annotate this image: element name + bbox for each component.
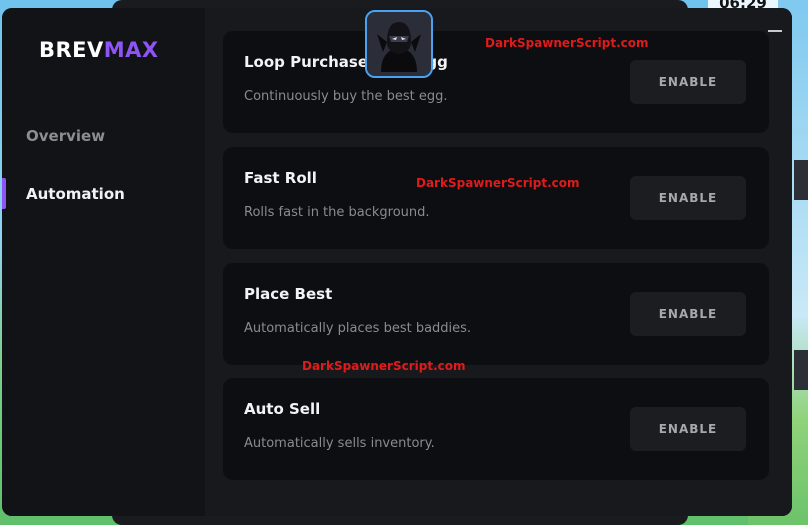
automation-panel: Loop Purchase Best Egg Continuously buy … (205, 8, 792, 516)
feature-title: Auto Sell (244, 400, 321, 418)
feature-description: Continuously buy the best egg. (244, 89, 448, 104)
ninja-avatar-icon (365, 10, 433, 78)
minimize-icon[interactable] (768, 30, 782, 32)
enable-button[interactable]: ENABLE (630, 60, 746, 104)
enable-button[interactable]: ENABLE (630, 176, 746, 220)
feature-description: Automatically sells inventory. (244, 436, 435, 451)
feature-description: Automatically places best baddies. (244, 321, 472, 336)
sidebar: BREVMAX Overview Automation (2, 8, 205, 516)
feature-card-auto-sell: Auto Sell Automatically sells inventory.… (223, 378, 769, 480)
game-scenery (794, 160, 808, 200)
watermark-text: DarkSpawnerScript.com (302, 359, 466, 373)
game-scenery (794, 350, 808, 390)
feature-title: Fast Roll (244, 169, 317, 187)
sidebar-item-overview[interactable]: Overview (26, 127, 105, 145)
sidebar-item-automation[interactable]: Automation (26, 185, 125, 203)
active-nav-indicator (2, 178, 6, 209)
brand-name: BREV (39, 38, 104, 62)
brand-logo: BREVMAX (39, 38, 159, 62)
watermark-text: DarkSpawnerScript.com (485, 36, 649, 50)
script-hub-window: BREVMAX Overview Automation Loop Purchas… (2, 8, 792, 516)
enable-button[interactable]: ENABLE (630, 407, 746, 451)
feature-card-place-best: Place Best Automatically places best bad… (223, 263, 769, 365)
feature-card-fast-roll: Fast Roll Rolls fast in the background. … (223, 147, 769, 249)
feature-title: Place Best (244, 285, 333, 303)
brand-name-accent: MAX (103, 38, 159, 62)
watermark-text: DarkSpawnerScript.com (416, 176, 580, 190)
enable-button[interactable]: ENABLE (630, 292, 746, 336)
feature-description: Rolls fast in the background. (244, 205, 430, 220)
